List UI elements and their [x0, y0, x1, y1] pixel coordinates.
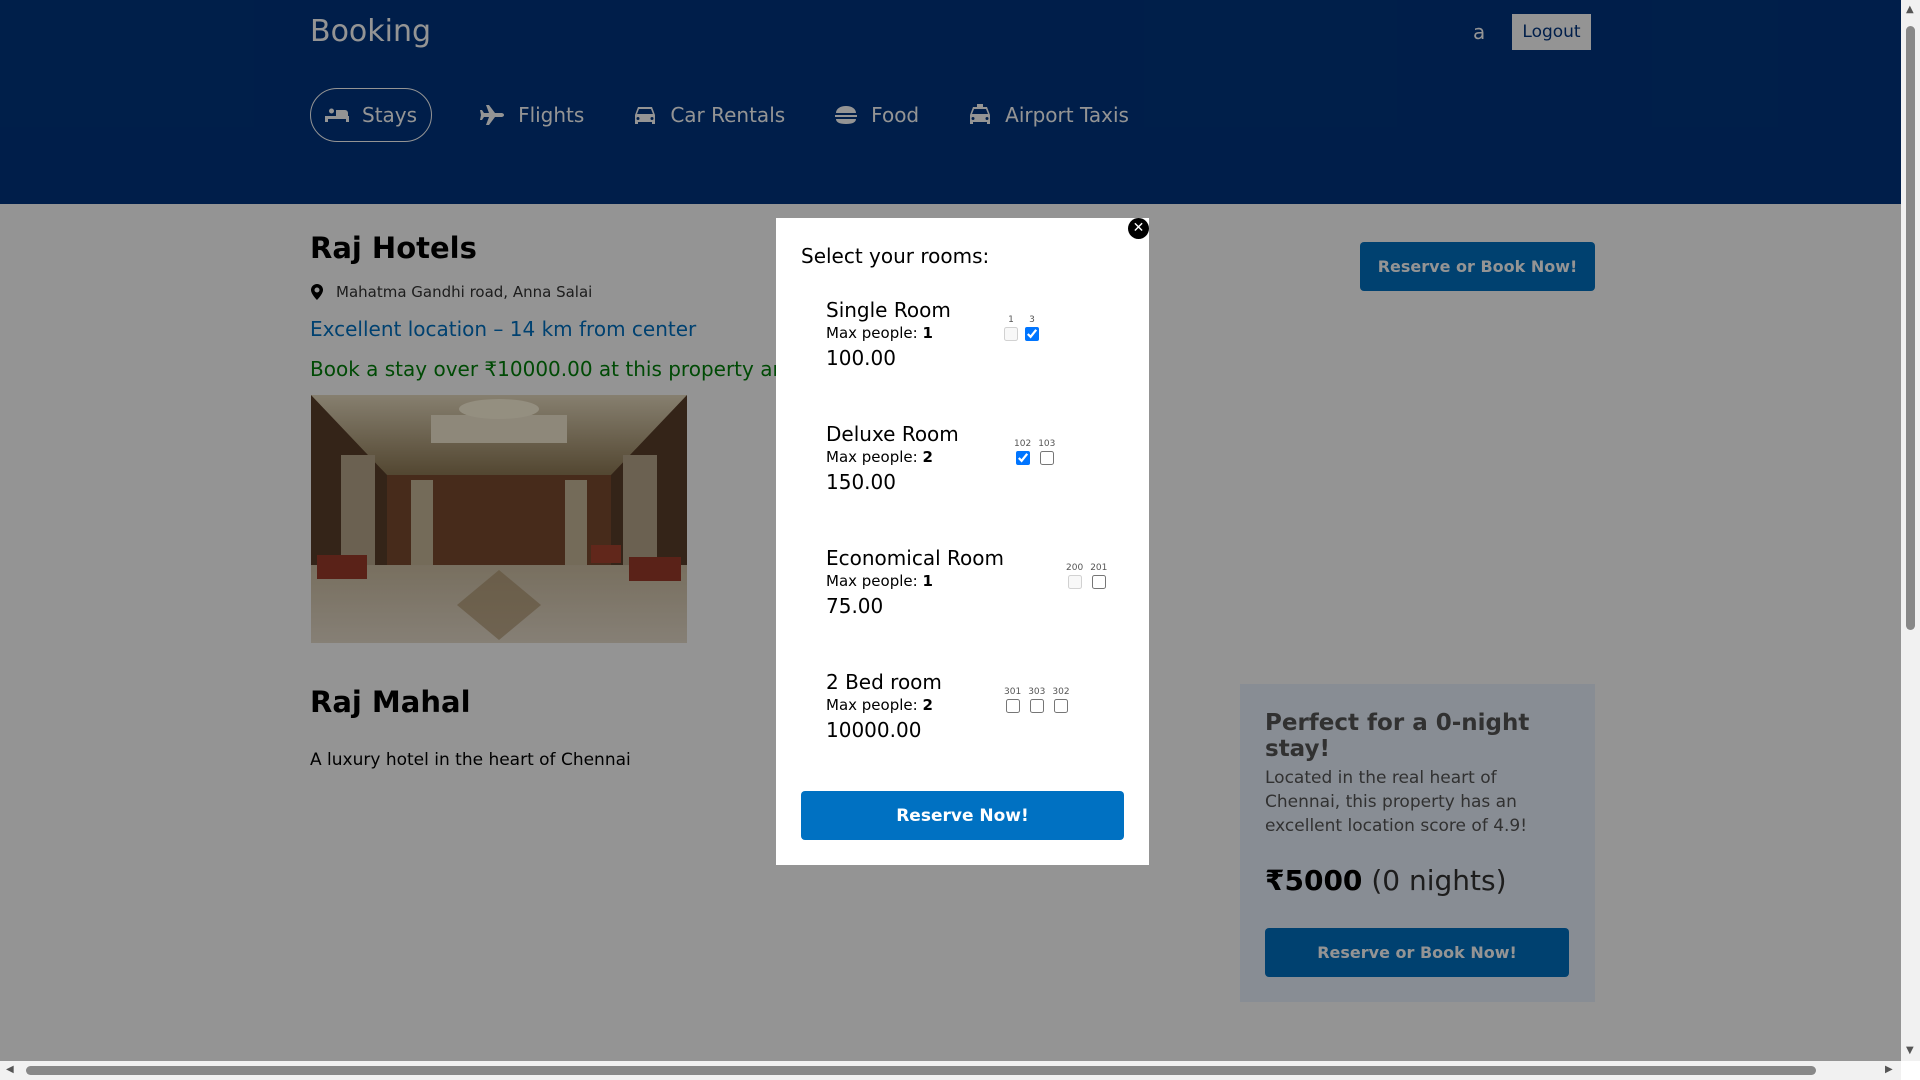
room-option: Economical Room Max people: 1 75.00 200 201: [826, 546, 1126, 636]
room-name: 2 Bed room: [826, 670, 942, 694]
max-people-label: Max people:: [826, 324, 923, 342]
room-number-option: 303: [1028, 688, 1045, 713]
room-number-option: 200: [1066, 564, 1083, 589]
close-icon[interactable]: ✕: [1128, 218, 1149, 239]
room-number-selector: 102 103: [1014, 440, 1062, 465]
room-number-option: 302: [1052, 687, 1070, 713]
room-name: Single Room: [826, 298, 951, 322]
room-number-checkbox[interactable]: [1053, 699, 1068, 713]
room-number-label: 103: [1038, 439, 1056, 449]
room-number-checkbox: [1067, 575, 1082, 589]
room-number-checkbox[interactable]: [1029, 699, 1044, 713]
room-number-checkbox[interactable]: [1005, 699, 1020, 713]
room-number-checkbox[interactable]: [1025, 327, 1039, 341]
room-number-label: 200: [1066, 563, 1084, 573]
room-number-label: 302: [1052, 687, 1070, 697]
max-people-value: 2: [922, 696, 933, 714]
room-number-label: 301: [1004, 687, 1022, 697]
room-number-checkbox[interactable]: [1091, 575, 1106, 589]
room-select-modal: ✕ Select your rooms: Single Room Max peop…: [776, 218, 1149, 865]
room-option: 2 Bed room Max people: 2 10000.00 301 303 302: [826, 670, 1126, 760]
vertical-scrollbar[interactable]: ▲ ▼: [1901, 0, 1920, 1061]
room-number-selector: 13: [1004, 316, 1046, 341]
scroll-left-icon[interactable]: ◀: [6, 1064, 14, 1075]
room-price: 100.00: [826, 346, 896, 370]
page: Booking a Logout Stays Flights Car Renta…: [0, 0, 1901, 1061]
max-people-label: Max people:: [826, 572, 923, 590]
room-number-option: 3: [1025, 316, 1039, 341]
room-name: Economical Room: [826, 546, 1004, 570]
room-max-people: Max people: 1: [826, 572, 933, 590]
room-number-option: 1: [1004, 316, 1018, 341]
max-people-value: 2: [922, 448, 933, 466]
room-number-checkbox[interactable]: [1015, 451, 1030, 465]
room-price: 10000.00: [826, 718, 922, 742]
reserve-now-button[interactable]: Reserve Now!: [801, 791, 1124, 840]
room-max-people: Max people: 2: [826, 448, 933, 466]
room-max-people: Max people: 2: [826, 696, 933, 714]
max-people-label: Max people:: [826, 448, 923, 466]
max-people-value: 1: [922, 572, 933, 590]
room-number-checkbox[interactable]: [1039, 451, 1054, 465]
room-number-option: 301: [1004, 688, 1021, 713]
vertical-scroll-thumb[interactable]: [1906, 26, 1915, 630]
room-option: Single Room Max people: 1 100.00 1 3: [826, 298, 1126, 388]
room-number-checkbox: [1004, 327, 1018, 341]
max-people-label: Max people:: [826, 696, 923, 714]
room-number-selector: 200 201: [1066, 564, 1114, 589]
max-people-value: 1: [922, 324, 933, 342]
scroll-up-icon[interactable]: ▲: [1906, 4, 1914, 15]
room-number-label: 303: [1028, 687, 1046, 697]
horizontal-scroll-thumb[interactable]: [26, 1066, 1816, 1075]
room-number-label: 1: [1008, 315, 1014, 325]
room-number-option: 103: [1038, 440, 1055, 465]
scroll-right-icon[interactable]: ▶: [1885, 1064, 1893, 1075]
room-number-option: 102: [1014, 440, 1031, 465]
room-number-label: 3: [1029, 315, 1035, 325]
room-price: 75.00: [826, 594, 884, 618]
room-number-label: 201: [1090, 563, 1108, 573]
modal-title: Select your rooms:: [801, 244, 990, 268]
horizontal-scrollbar[interactable]: ◀ ▶: [0, 1061, 1901, 1080]
room-max-people: Max people: 1: [826, 324, 933, 342]
room-price: 150.00: [826, 470, 896, 494]
room-name: Deluxe Room: [826, 422, 959, 446]
room-number-label: 102: [1014, 439, 1032, 449]
room-option: Deluxe Room Max people: 2 150.00 102 103: [826, 422, 1126, 512]
room-number-option: 201: [1090, 564, 1107, 589]
room-number-selector: 301 303 302: [1004, 688, 1077, 713]
scroll-down-icon[interactable]: ▼: [1906, 1045, 1914, 1056]
